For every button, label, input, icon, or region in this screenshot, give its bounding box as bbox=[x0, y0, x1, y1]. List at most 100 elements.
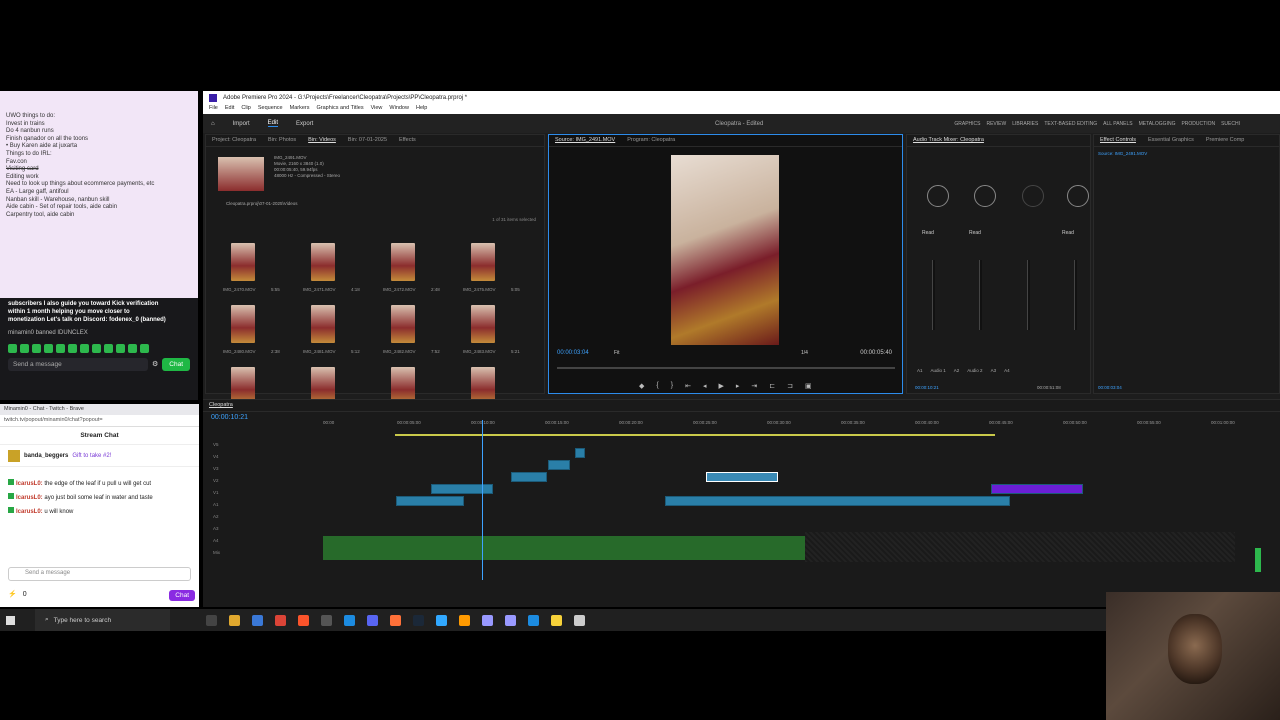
clip-v2[interactable] bbox=[431, 484, 493, 494]
sequence-timecode[interactable]: 00:00:10:21 bbox=[211, 414, 248, 421]
clip-v3[interactable] bbox=[511, 472, 547, 482]
clip-v5[interactable] bbox=[575, 448, 585, 458]
emote-icon[interactable] bbox=[32, 344, 41, 353]
ae-icon[interactable] bbox=[505, 614, 516, 626]
menu-item[interactable]: Help bbox=[416, 105, 427, 113]
effects-source[interactable]: Source: IMG_2491.MOV bbox=[1098, 151, 1147, 156]
file-explorer-icon[interactable] bbox=[229, 614, 240, 626]
pr-icon[interactable] bbox=[482, 614, 493, 626]
emote-icon[interactable] bbox=[80, 344, 89, 353]
fit-select[interactable]: Fit bbox=[614, 350, 620, 356]
photos-icon[interactable] bbox=[528, 614, 539, 626]
clip-thumbnail[interactable] bbox=[471, 243, 495, 281]
workspace-tab[interactable]: LIBRARIES bbox=[1012, 121, 1038, 127]
chat-button[interactable]: Chat bbox=[162, 357, 190, 371]
track-header[interactable]: A1 bbox=[213, 502, 219, 507]
source-timecode[interactable]: 00:00:03:04 bbox=[557, 350, 589, 356]
brave-icon[interactable] bbox=[298, 614, 309, 626]
menu-item[interactable]: View bbox=[371, 105, 383, 113]
workspace-tab[interactable]: PRODUCTION bbox=[1181, 121, 1215, 127]
taskbar-search[interactable]: ⌕ Type here to search bbox=[35, 609, 170, 631]
chat-user[interactable]: IcarusL0: bbox=[16, 495, 43, 501]
tab-import[interactable]: Import bbox=[233, 121, 250, 127]
track-header[interactable]: A3 bbox=[213, 526, 219, 531]
emote-icon[interactable] bbox=[92, 344, 101, 353]
clip-thumbnail[interactable] bbox=[311, 243, 335, 281]
automation-mode[interactable]: Read bbox=[1062, 230, 1074, 236]
project-tab[interactable]: Bin: Videos bbox=[308, 137, 336, 144]
clip-v4[interactable] bbox=[548, 460, 570, 470]
workspace-tab[interactable]: SUECHI bbox=[1221, 121, 1240, 127]
step-back-icon[interactable]: ◂ bbox=[703, 382, 707, 390]
step-forward-icon[interactable]: ▸ bbox=[736, 382, 740, 390]
clip-v3-selected[interactable] bbox=[706, 472, 778, 482]
track-header[interactable]: A4 bbox=[213, 538, 219, 543]
emote-icon[interactable] bbox=[140, 344, 149, 353]
tab-essential-graphics[interactable]: Essential Graphics bbox=[1148, 137, 1194, 144]
project-tab[interactable]: Project: Cleopatra bbox=[212, 137, 256, 144]
automation-mode[interactable]: Read bbox=[969, 230, 981, 236]
play-icon[interactable]: ▶ bbox=[718, 382, 723, 390]
in-point-icon[interactable]: { bbox=[656, 382, 658, 390]
firefox-icon[interactable] bbox=[390, 614, 401, 626]
gear-icon[interactable]: ⚙ bbox=[152, 360, 158, 368]
menu-item[interactable]: Sequence bbox=[258, 105, 283, 113]
points-icon[interactable]: ⚡ bbox=[8, 590, 17, 598]
workspace-tab[interactable]: ALL PANELS bbox=[1103, 121, 1132, 127]
project-tab[interactable]: Bin: Photos bbox=[268, 137, 296, 144]
go-to-out-icon[interactable]: ⇥ bbox=[751, 382, 757, 390]
playhead[interactable] bbox=[482, 420, 483, 580]
steam-icon[interactable] bbox=[413, 614, 424, 626]
track-header[interactable]: V5 bbox=[213, 442, 219, 447]
insert-icon[interactable]: ⊏ bbox=[769, 382, 775, 390]
pan-knob[interactable] bbox=[1022, 185, 1044, 207]
chat-user[interactable]: IcarusL0: bbox=[16, 481, 43, 487]
tab-effect-controls[interactable]: Effect Controls bbox=[1100, 137, 1136, 144]
clip-thumbnail[interactable] bbox=[311, 305, 335, 343]
menu-item[interactable]: File bbox=[209, 105, 218, 113]
video-frame[interactable] bbox=[671, 155, 779, 345]
clip-v1[interactable] bbox=[665, 496, 1010, 506]
automation-mode[interactable]: Read bbox=[922, 230, 934, 236]
audio-clip-a3[interactable] bbox=[323, 536, 805, 560]
chrome-icon[interactable] bbox=[275, 614, 286, 626]
tab-audio-mixer[interactable]: Audio Track Mixer: Cleopatra bbox=[913, 137, 984, 144]
track-header[interactable]: Mix bbox=[213, 550, 220, 555]
out-point-icon[interactable]: } bbox=[671, 382, 673, 390]
emote-icon[interactable] bbox=[8, 344, 17, 353]
workspace-tab[interactable]: REVIEW bbox=[986, 121, 1006, 127]
explorer-icon[interactable] bbox=[206, 614, 217, 626]
ps-icon[interactable] bbox=[436, 614, 447, 626]
windows-start-icon[interactable] bbox=[6, 615, 15, 625]
clip-thumbnail[interactable] bbox=[231, 243, 255, 281]
menu-item[interactable]: Clip bbox=[241, 105, 250, 113]
source-scrubber[interactable] bbox=[557, 367, 895, 369]
pan-knob[interactable] bbox=[974, 185, 996, 207]
chat-user[interactable]: IcarusL0: bbox=[16, 509, 43, 515]
pan-knob[interactable] bbox=[1067, 185, 1089, 207]
discord-icon[interactable] bbox=[367, 614, 378, 626]
emote-icon[interactable] bbox=[20, 344, 29, 353]
track-header[interactable]: V4 bbox=[213, 454, 219, 459]
track-header[interactable]: V3 bbox=[213, 466, 219, 471]
track-header[interactable]: V2 bbox=[213, 478, 219, 483]
emote-bar[interactable] bbox=[8, 344, 190, 353]
tab-edit[interactable]: Edit bbox=[267, 120, 278, 127]
project-tab[interactable]: Bin: 07-01-2025 bbox=[348, 137, 387, 144]
overwrite-icon[interactable]: ⊐ bbox=[787, 382, 793, 390]
menu-item[interactable]: Window bbox=[389, 105, 409, 113]
clip-thumbnail[interactable] bbox=[391, 243, 415, 281]
emote-icon[interactable] bbox=[68, 344, 77, 353]
tab-premiere-comp[interactable]: Premiere Comp bbox=[1206, 137, 1245, 144]
clip-thumbnail[interactable] bbox=[391, 305, 415, 343]
emote-icon[interactable] bbox=[104, 344, 113, 353]
home-icon[interactable]: ⌂ bbox=[211, 121, 215, 127]
chat-icon[interactable] bbox=[574, 614, 585, 626]
go-to-in-icon[interactable]: ⇤ bbox=[685, 382, 691, 390]
tab-sequence[interactable]: Cleopatra bbox=[209, 402, 233, 409]
track-header[interactable]: V1 bbox=[213, 490, 219, 495]
chat-input[interactable]: Send a message bbox=[8, 357, 148, 371]
marker-icon[interactable]: ◆ bbox=[639, 382, 644, 390]
chat-input[interactable]: Send a message bbox=[8, 567, 191, 581]
export-frame-icon[interactable]: ▣ bbox=[805, 382, 812, 390]
